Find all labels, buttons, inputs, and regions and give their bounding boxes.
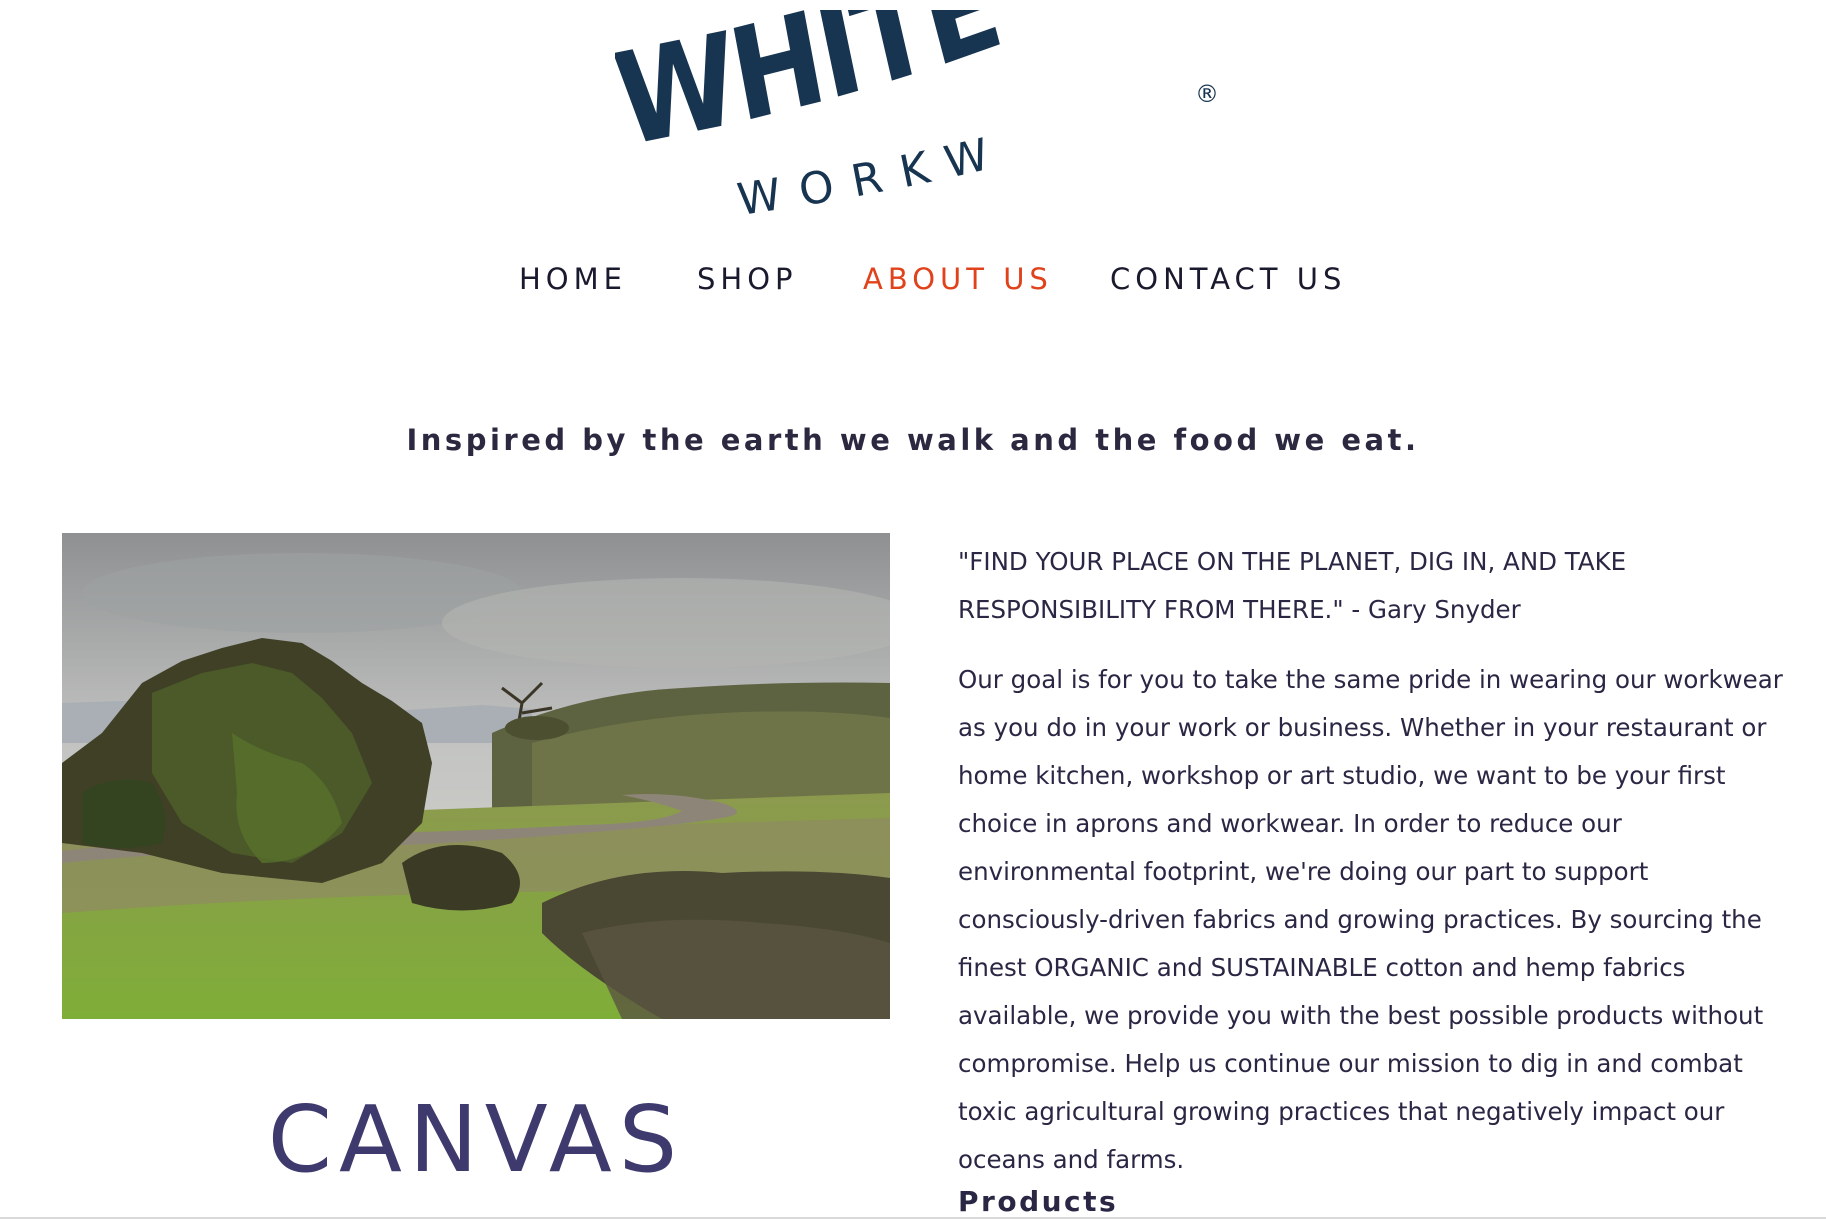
whitebark-logo[interactable]: WHITEBARK ® WORKWEAR bbox=[615, 10, 1235, 225]
nav-home[interactable]: HOME bbox=[519, 262, 627, 296]
gary-snyder-quote: "FIND YOUR PLACE ON THE PLANET, DIG IN, … bbox=[958, 547, 1627, 624]
about-text-column: "FIND YOUR PLACE ON THE PLANET, DIG IN, … bbox=[958, 538, 1788, 1184]
nav-contact-us[interactable]: CONTACT US bbox=[1110, 262, 1346, 296]
products-heading: Products bbox=[958, 1185, 1119, 1218]
registered-mark-icon: ® bbox=[1195, 80, 1219, 108]
landscape-photo bbox=[62, 533, 890, 1019]
nav-about-us[interactable]: ABOUT US bbox=[863, 262, 1053, 296]
page-tagline: Inspired by the earth we walk and the fo… bbox=[406, 423, 1420, 457]
canvas-heading: CANVAS bbox=[267, 1086, 685, 1193]
landscape-photo-graphic bbox=[62, 533, 890, 1019]
mission-paragraph: Our goal is for you to take the same pri… bbox=[958, 665, 1783, 1174]
nav-shop[interactable]: SHOP bbox=[697, 262, 798, 296]
logo-graphic: WHITEBARK ® WORKWEAR bbox=[615, 10, 1219, 225]
divider bbox=[0, 1217, 1826, 1219]
main-nav: HOME SHOP ABOUT US CONTACT US bbox=[0, 262, 1826, 306]
